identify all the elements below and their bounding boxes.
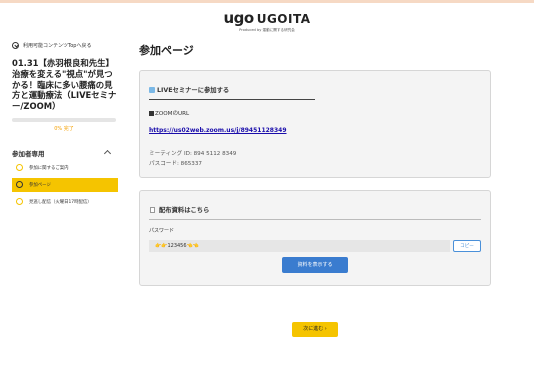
chevron-up-icon[interactable] xyxy=(103,150,112,158)
live-card-heading: LIVEセミナーに参加する xyxy=(149,85,481,94)
lesson-item-participation-page[interactable]: 参加ページ xyxy=(12,177,118,192)
course-sidebar: 利用可能コンテンツTopへ戻る 01.31【赤羽根良和先生】治療を変える"視点"… xyxy=(12,40,119,209)
heading-divider xyxy=(149,219,481,220)
lesson-label: 見逃し配信（火曜日17時配信） xyxy=(29,199,92,205)
logo-text: UGOITA xyxy=(256,12,311,26)
top-accent-line xyxy=(0,0,534,3)
back-arrow-icon xyxy=(12,41,19,49)
meeting-id: ミーティング ID: 894 5112 8349 xyxy=(149,151,237,157)
password-row: 👉👉123456👈👈 コピー xyxy=(149,239,481,252)
copy-button[interactable]: コピー xyxy=(453,239,481,252)
materials-card: 配布資料はこちら パスワード 👉👉123456👈👈 コピー 資料を表示する xyxy=(139,190,491,286)
lesson-status-icon xyxy=(16,181,23,189)
passcode: パスコード: 865337 xyxy=(149,161,202,167)
password-field[interactable]: 👉👉123456👈👈 xyxy=(149,239,450,252)
square-bullet-icon xyxy=(149,110,154,116)
lesson-label: 参加に関するご案内 xyxy=(29,165,69,171)
live-card-heading-text: LIVEセミナーに参加する xyxy=(157,87,230,94)
live-seminar-card: LIVEセミナーに参加する ZOOMのURL https://us02web.z… xyxy=(139,70,491,178)
heading-divider xyxy=(149,99,315,100)
lesson-item-guide[interactable]: 参加に関するご案内 xyxy=(12,161,118,175)
main-content: 参加ページ LIVEセミナーに参加する ZOOMのURL https://us0… xyxy=(139,42,491,286)
section-label: 参加者専用 xyxy=(12,149,45,158)
page-title: 参加ページ xyxy=(139,44,194,57)
lesson-item-replay[interactable]: 見逃し配信（火曜日17時配信） xyxy=(12,195,118,209)
course-title: 01.31【赤羽根良和先生】治療を変える"視点"が見つかる！臨床に多い腰痛の見方… xyxy=(12,58,117,112)
materials-card-heading: 配布資料はこちら xyxy=(149,205,481,214)
password-label: パスワード xyxy=(149,228,175,234)
progress-text: 0% 完了 xyxy=(54,125,74,132)
zoom-url-link[interactable]: https://us02web.zoom.us/j/89451128349 xyxy=(149,127,287,134)
logo-subtitle-text: Produced by 運動に関する研究会 xyxy=(239,28,295,32)
document-icon xyxy=(150,206,155,213)
next-button[interactable]: 次に進む › xyxy=(292,322,338,337)
back-link-label: 利用可能コンテンツTopへ戻る xyxy=(23,42,92,49)
lesson-status-icon xyxy=(16,198,23,206)
back-to-top-link[interactable]: 利用可能コンテンツTopへ戻る xyxy=(12,40,119,50)
lesson-status-icon xyxy=(16,164,23,172)
logo-subtitle: Produced by 運動に関する研究会 xyxy=(0,28,534,33)
meeting-info: ミーティング ID: 894 5112 8349 パスコード: 865337 xyxy=(149,149,481,169)
zoom-url-label: ZOOMのURL xyxy=(149,109,481,117)
live-icon xyxy=(149,86,155,93)
show-materials-button[interactable]: 資料を表示する xyxy=(282,257,348,273)
lesson-label: 参加ページ xyxy=(29,182,51,188)
materials-card-heading-text: 配布資料はこちら xyxy=(159,207,210,214)
site-header: ugo UGOITA Produced by 運動に関する研究会 xyxy=(0,8,534,33)
section-header[interactable]: 参加者専用 xyxy=(12,148,116,158)
zoom-url-label-text: ZOOMのURL xyxy=(155,111,190,117)
progress-bar xyxy=(12,117,116,122)
site-logo[interactable]: ugo UGOITA xyxy=(223,9,311,27)
logo-mark: ugo xyxy=(223,9,254,27)
